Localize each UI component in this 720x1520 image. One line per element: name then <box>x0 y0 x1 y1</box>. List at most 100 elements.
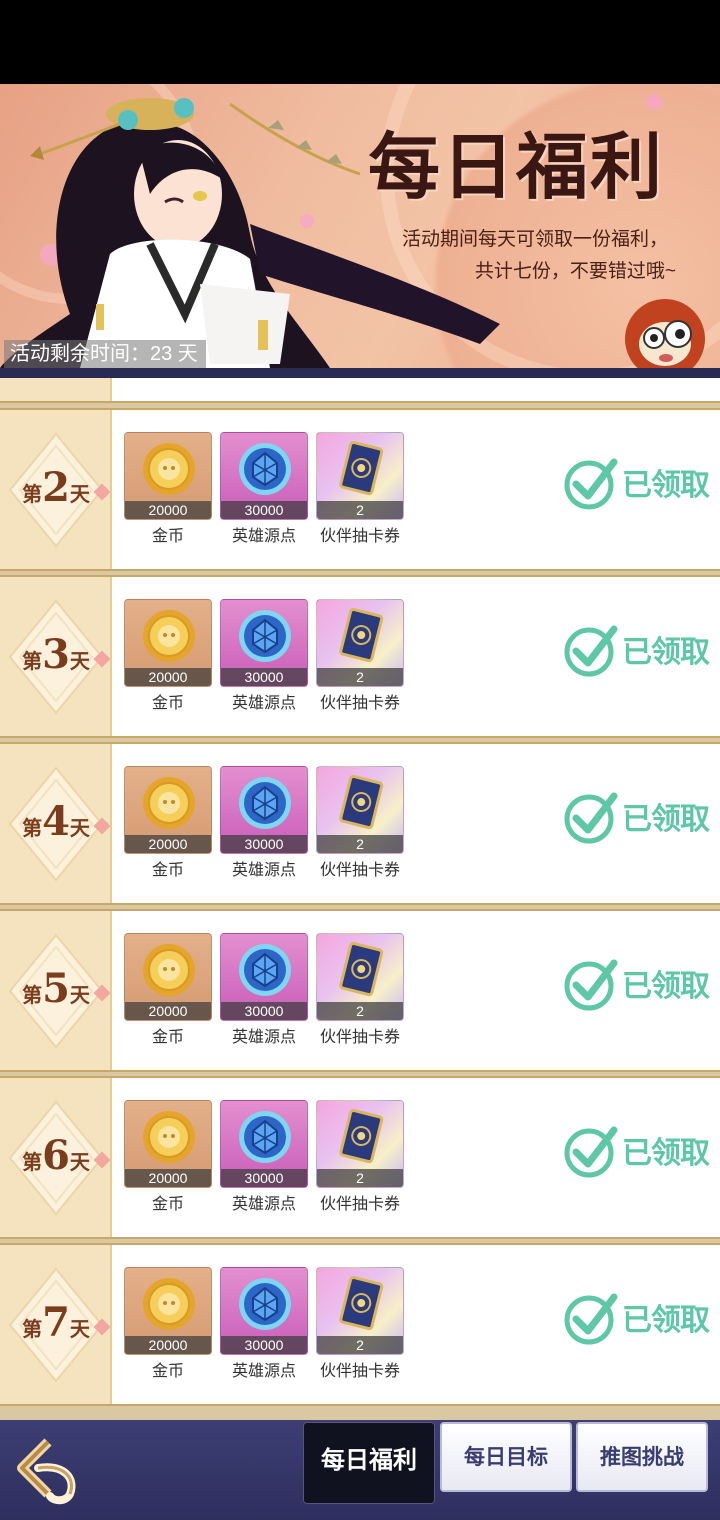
claimed-status: 已领取 <box>622 468 710 503</box>
back-icon[interactable] <box>14 1438 82 1506</box>
reward-tile: 20000 <box>124 766 212 854</box>
day-label: 第6天 <box>0 1136 110 1176</box>
day-cell: 第6天 <box>0 1078 112 1237</box>
day-suffix: 天 <box>69 1150 90 1174</box>
day-prefix: 第 <box>22 482 43 506</box>
tab-daily-welfare[interactable]: 每日福利 <box>303 1422 435 1504</box>
day-prefix: 第 <box>22 1317 43 1341</box>
reward-item-partner-ticket[interactable]: 2 伙伴抽卡券 <box>316 766 404 880</box>
reward-name: 金币 <box>151 1029 184 1046</box>
status-bar <box>0 0 720 84</box>
banner-dot <box>646 94 662 110</box>
blue-crystal-icon <box>239 944 291 996</box>
reward-name: 伙伴抽卡券 <box>319 862 400 879</box>
check-circle-icon <box>564 1293 618 1345</box>
day-prefix: 第 <box>22 1150 43 1174</box>
bottom-navigation: 每日福利 每日目标 推图挑战 <box>0 1420 720 1520</box>
reward-name: 伙伴抽卡券 <box>319 1363 400 1380</box>
claimed-status: 已领取 <box>622 635 710 670</box>
reward-item-hero-source[interactable]: 30000 英雄源点 <box>220 432 308 546</box>
day-number: 4 <box>42 798 70 845</box>
tab-daily-goal[interactable]: 每日目标 <box>440 1422 572 1492</box>
day-cell: 第3天 <box>0 577 112 736</box>
card-ticket-icon <box>339 774 384 830</box>
reward-tile: 30000 <box>220 1100 308 1188</box>
claimed-status: 已领取 <box>622 969 710 1004</box>
banner-description-line1: 活动期间每天可领取一份福利， <box>401 229 668 250</box>
reward-name: 金币 <box>151 1363 184 1380</box>
reward-quantity: 30000 <box>221 835 307 853</box>
day-label: 第4天 <box>0 802 110 842</box>
claimed-badge: 已领取 <box>562 1289 718 1349</box>
check-circle-icon <box>564 1126 618 1178</box>
day-number: 3 <box>42 631 70 678</box>
reward-item-hero-source[interactable]: 30000 英雄源点 <box>220 766 308 880</box>
reward-row-day4: 第4天 20000 金币 30000 英雄源点 2 伙伴抽卡券 已领取 <box>0 742 720 905</box>
reward-quantity: 2 <box>317 1336 403 1354</box>
day-suffix: 天 <box>69 1317 90 1341</box>
gold-coin-icon <box>143 1278 195 1330</box>
claimed-badge: 已领取 <box>562 1122 718 1182</box>
reward-name: 伙伴抽卡券 <box>319 528 400 545</box>
reward-tile: 30000 <box>220 933 308 1021</box>
reward-quantity: 2 <box>317 501 403 519</box>
reward-item-partner-ticket[interactable]: 2 伙伴抽卡券 <box>316 1267 404 1381</box>
reward-item-gold[interactable]: 20000 金币 <box>124 1267 212 1381</box>
reward-list[interactable]: 第2天 20000 金币 30000 英雄源点 2 伙伴抽卡券 已领取 第3天 … <box>0 378 720 1420</box>
reward-quantity: 30000 <box>221 668 307 686</box>
reward-tile: 2 <box>316 599 404 687</box>
reward-quantity: 20000 <box>125 501 211 519</box>
banner-divider <box>0 368 720 378</box>
day-cell: 第5天 <box>0 911 112 1070</box>
day-number: 2 <box>42 464 70 511</box>
reward-item-hero-source[interactable]: 30000 英雄源点 <box>220 599 308 713</box>
blue-crystal-icon <box>239 1111 291 1163</box>
reward-item-gold[interactable]: 20000 金币 <box>124 766 212 880</box>
check-circle-icon <box>564 792 618 844</box>
reward-tile: 30000 <box>220 432 308 520</box>
reward-tile: 20000 <box>124 933 212 1021</box>
day-prefix: 第 <box>22 983 43 1007</box>
reward-item-hero-source[interactable]: 30000 英雄源点 <box>220 1100 308 1214</box>
reward-item-gold[interactable]: 20000 金币 <box>124 599 212 713</box>
blue-crystal-icon <box>239 610 291 662</box>
reward-item-gold[interactable]: 20000 金币 <box>124 432 212 546</box>
reward-tile: 2 <box>316 766 404 854</box>
reward-item-hero-source[interactable]: 30000 英雄源点 <box>220 933 308 1047</box>
reward-name: 金币 <box>151 528 184 545</box>
reward-name: 英雄源点 <box>231 695 296 712</box>
tab-push-challenge[interactable]: 推图挑战 <box>576 1422 708 1492</box>
reward-item-partner-ticket[interactable]: 2 伙伴抽卡券 <box>316 432 404 546</box>
card-ticket-icon <box>339 941 384 997</box>
gold-coin-icon <box>143 944 195 996</box>
reward-name: 金币 <box>151 1196 184 1213</box>
card-ticket-icon <box>339 440 384 496</box>
claimed-badge: 已领取 <box>562 621 718 681</box>
day-prefix: 第 <box>22 649 43 673</box>
reward-quantity: 30000 <box>221 1336 307 1354</box>
reward-name: 伙伴抽卡券 <box>319 1029 400 1046</box>
day-number: 6 <box>42 1132 70 1179</box>
reward-item-hero-source[interactable]: 30000 英雄源点 <box>220 1267 308 1381</box>
reward-item-partner-ticket[interactable]: 2 伙伴抽卡券 <box>316 599 404 713</box>
day-suffix: 天 <box>69 482 90 506</box>
day-cell: 第4天 <box>0 744 112 903</box>
reward-quantity: 2 <box>317 668 403 686</box>
reward-item-partner-ticket[interactable]: 2 伙伴抽卡券 <box>316 933 404 1047</box>
reward-tile: 30000 <box>220 766 308 854</box>
reward-item-partner-ticket[interactable]: 2 伙伴抽卡券 <box>316 1100 404 1214</box>
reward-row-day5: 第5天 20000 金币 30000 英雄源点 2 伙伴抽卡券 已领取 <box>0 909 720 1072</box>
reward-item-gold[interactable]: 20000 金币 <box>124 933 212 1047</box>
card-ticket-icon <box>339 607 384 663</box>
gold-coin-icon <box>143 1111 195 1163</box>
day-number: 7 <box>42 1299 70 1346</box>
day-label: 第7天 <box>0 1303 110 1343</box>
reward-quantity: 20000 <box>125 835 211 853</box>
reward-item-gold[interactable]: 20000 金币 <box>124 1100 212 1214</box>
banner-description-line2: 共计七份，不要错过哦~ <box>474 261 676 282</box>
reward-tile: 20000 <box>124 1100 212 1188</box>
blue-crystal-icon <box>239 1278 291 1330</box>
reward-quantity: 30000 <box>221 501 307 519</box>
day-number: 5 <box>42 965 70 1012</box>
claimed-status: 已领取 <box>622 1303 710 1338</box>
